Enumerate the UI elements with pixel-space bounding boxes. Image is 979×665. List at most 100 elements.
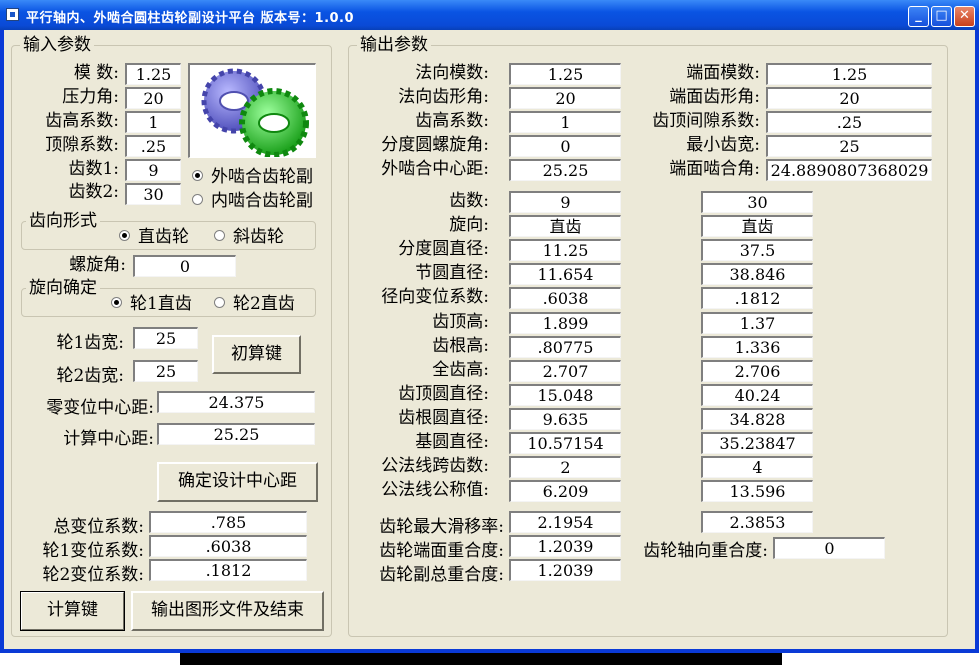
gear2-value: 1.336: [701, 336, 813, 358]
transverse-angle-label: 端面齿形角:: [669, 87, 760, 107]
min-width-field: 25: [766, 135, 932, 157]
gear2-value: 35.23847: [701, 432, 813, 454]
maximize-button[interactable]: □: [931, 6, 952, 27]
minimize-button[interactable]: _: [908, 6, 929, 27]
radio-unchecked-icon: [192, 194, 203, 205]
axial-contact-field: 0: [773, 537, 885, 559]
working-angle-field: 24.8890807368029: [766, 159, 932, 181]
transverse-contact-label: 齿轮端面重合度:: [379, 541, 504, 561]
teeth2-input[interactable]: 30: [125, 183, 181, 205]
spur-radio[interactable]: 直齿轮: [119, 227, 189, 247]
gear1-value: .80775: [509, 336, 621, 358]
out-addendum-field: 1: [509, 111, 621, 133]
gear1-spur-radio[interactable]: 轮1直齿: [111, 294, 192, 314]
gear2-value: 1.37: [701, 312, 813, 334]
gear-row-label: 齿顶圆直径:: [398, 384, 489, 404]
working-angle-label: 端面啮合角:: [669, 159, 760, 179]
radio-checked-icon: [111, 297, 122, 308]
gear1-value: 9: [509, 191, 621, 213]
total-contact-label: 齿轮副总重合度:: [379, 565, 504, 585]
width2-input[interactable]: 25: [133, 360, 198, 382]
gear2-value: 37.5: [701, 239, 813, 261]
helical-label: 斜齿轮: [233, 227, 284, 247]
confirm-center-button[interactable]: 确定设计中心距: [157, 462, 318, 502]
output-legend: 输出参数: [357, 35, 431, 55]
gear-row-label: 齿根高:: [432, 336, 489, 356]
calc-center-label: 计算中心距:: [63, 429, 154, 449]
main-window: 平行轴内、外啮合圆柱齿轮副设计平台 版本号：1.0.0 _ □ ✕ 输入参数 模…: [0, 0, 979, 653]
pressure-angle-input[interactable]: 20: [125, 87, 181, 109]
radio-checked-icon: [192, 170, 203, 181]
gear-row-label: 齿根圆直径:: [398, 408, 489, 428]
gear-row-label: 节圆直径:: [415, 263, 489, 283]
gear2-spur-label: 轮2直齿: [233, 294, 295, 314]
gear1-value: 6.209: [509, 480, 621, 502]
app-icon[interactable]: [6, 8, 19, 21]
slide-ratio-gear2-field: 2.3853: [701, 511, 813, 533]
gear-row-label: 公法线公称值:: [381, 480, 489, 500]
gear2-value: 4: [701, 456, 813, 478]
module-label: 模 数:: [73, 63, 119, 83]
background-window-edge: [180, 653, 782, 665]
gear2-value: 直齿: [701, 215, 813, 237]
calculate-button[interactable]: 计算键: [20, 591, 125, 631]
title-bar[interactable]: 平行轴内、外啮合圆柱齿轮副设计平台 版本号：1.0.0 _ □ ✕: [0, 0, 979, 30]
external-mesh-label: 外啮合齿轮副: [211, 167, 313, 187]
out-helix-label: 分度圆螺旋角:: [381, 135, 489, 155]
shift2-input[interactable]: .1812: [149, 559, 307, 581]
clearance-input[interactable]: .25: [125, 135, 181, 157]
zero-shift-center-input[interactable]: 24.375: [157, 391, 315, 413]
gear1-value: .6038: [509, 287, 621, 309]
total-shift-input[interactable]: .785: [149, 511, 307, 533]
gear2-spur-radio[interactable]: 轮2直齿: [214, 294, 295, 314]
normal-angle-field: 20: [509, 87, 621, 109]
slide-ratio-gear1-field: 2.1954: [509, 511, 621, 533]
out-helix-field: 0: [509, 135, 621, 157]
total-contact-field: 1.2039: [509, 559, 621, 581]
gear-row-label: 基圆直径:: [415, 432, 489, 452]
gear1-value: 2.707: [509, 360, 621, 382]
normal-module-field: 1.25: [509, 63, 621, 85]
calc-center-input[interactable]: 25.25: [157, 423, 315, 445]
shift1-label: 轮1变位系数:: [42, 541, 144, 561]
gear2-value: 30: [701, 191, 813, 213]
shift1-input[interactable]: .6038: [149, 535, 307, 557]
total-shift-label: 总变位系数:: [53, 517, 144, 537]
gear-picture: [188, 63, 316, 158]
teeth1-input[interactable]: 9: [125, 159, 181, 181]
axial-contact-label: 齿轮轴向重合度:: [643, 541, 768, 561]
external-mesh-radio[interactable]: 外啮合齿轮副: [192, 167, 313, 187]
initial-calc-button[interactable]: 初算键: [212, 335, 301, 374]
width1-input[interactable]: 25: [133, 327, 198, 349]
gear1-value: 11.654: [509, 263, 621, 285]
ext-center-label: 外啮合中心距:: [381, 159, 489, 179]
gear2-value: 34.828: [701, 408, 813, 430]
zero-shift-center-label: 零变位中心距:: [46, 398, 154, 418]
gear2-value: 13.596: [701, 480, 813, 502]
gear2-value: .1812: [701, 287, 813, 309]
close-icon: ✕: [959, 8, 970, 23]
gear2-value: 38.846: [701, 263, 813, 285]
addendum-input[interactable]: 1: [125, 111, 181, 133]
gear-row-label: 齿顶高:: [432, 312, 489, 332]
gear1-value: 11.25: [509, 239, 621, 261]
ext-center-field: 25.25: [509, 159, 621, 181]
internal-mesh-radio[interactable]: 内啮合齿轮副: [192, 191, 313, 211]
rotation-legend: 旋向确定: [26, 278, 100, 298]
minimize-icon: _: [915, 8, 922, 23]
client-area: 输入参数 模 数: 1.25 压力角: 20 齿高系数: 1 顶隙系数: .25…: [4, 30, 975, 649]
helix-input[interactable]: 0: [133, 255, 236, 277]
gear-row-label: 全齿高:: [432, 360, 489, 380]
helical-radio[interactable]: 斜齿轮: [214, 227, 284, 247]
transverse-angle-field: 20: [766, 87, 932, 109]
clearance-label: 顶隙系数:: [45, 135, 119, 155]
tip-clearance-label: 齿顶间隙系数:: [652, 111, 760, 131]
module-input[interactable]: 1.25: [125, 63, 181, 85]
tip-clearance-field: .25: [766, 111, 932, 133]
export-and-exit-button[interactable]: 输出图形文件及结束: [131, 591, 324, 631]
internal-mesh-label: 内啮合齿轮副: [211, 191, 313, 211]
normal-module-label: 法向模数:: [415, 63, 489, 83]
pressure-angle-label: 压力角:: [62, 87, 119, 107]
gear-row-label: 齿数:: [449, 191, 489, 211]
close-button[interactable]: ✕: [954, 6, 975, 27]
